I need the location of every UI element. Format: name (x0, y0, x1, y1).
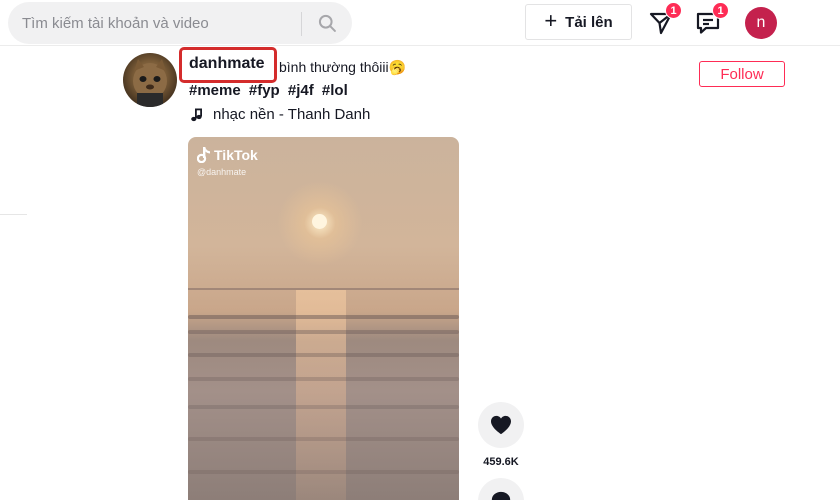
author-username[interactable]: danhmate (189, 55, 265, 73)
wave (188, 437, 459, 441)
like-button[interactable] (478, 402, 524, 448)
hashtag-link[interactable]: #fyp (249, 82, 280, 99)
hashtag-link[interactable]: #lol (322, 82, 348, 99)
wave (188, 315, 459, 319)
wave (188, 470, 459, 474)
search-divider (301, 12, 302, 36)
comment-button[interactable] (478, 478, 524, 500)
sun-reflection (296, 290, 346, 500)
plus-icon: + (544, 8, 558, 33)
hashtag-list: #meme #fyp #j4f #lol (189, 82, 352, 99)
inbox-button[interactable]: 1 (648, 2, 682, 36)
cat-avatar-image (133, 59, 167, 107)
music-label: nhạc nền - Thanh Danh (213, 106, 371, 123)
wave (188, 353, 459, 357)
wave (188, 405, 459, 409)
comment-icon (491, 491, 511, 500)
music-note-icon (191, 108, 202, 121)
upload-button[interactable]: + Tải lên (525, 4, 632, 40)
top-bar: + Tải lên 1 1 n (0, 0, 840, 46)
watermark-brand: TikTok (214, 147, 258, 163)
search-box (8, 2, 352, 44)
like-count: 459.6K (483, 456, 519, 468)
author-avatar[interactable] (123, 53, 177, 107)
hashtag-link[interactable]: #meme (189, 82, 241, 99)
search-icon (318, 14, 336, 32)
upload-label: Tải lên (565, 13, 613, 31)
video-player[interactable]: TikTok @danhmate (188, 137, 459, 500)
inbox-badge: 1 (665, 2, 682, 19)
messages-badge: 1 (712, 2, 729, 19)
tiktok-watermark: TikTok (197, 147, 258, 163)
user-avatar[interactable]: n (745, 7, 777, 39)
post-caption: bình thường thôiii🥱 (279, 59, 407, 75)
search-button[interactable] (313, 10, 341, 36)
follow-button[interactable]: Follow (699, 61, 785, 87)
heart-icon (491, 415, 511, 435)
search-input[interactable] (22, 2, 302, 44)
music-link[interactable]: nhạc nền - Thanh Danh (189, 106, 370, 123)
wave (188, 377, 459, 381)
tiktok-logo-icon (197, 147, 210, 163)
divider (0, 214, 27, 215)
sun (312, 214, 327, 229)
watermark-handle: @danhmate (197, 167, 247, 177)
wave (188, 330, 459, 334)
hashtag-link[interactable]: #j4f (288, 82, 314, 99)
messages-button[interactable]: 1 (695, 2, 729, 36)
